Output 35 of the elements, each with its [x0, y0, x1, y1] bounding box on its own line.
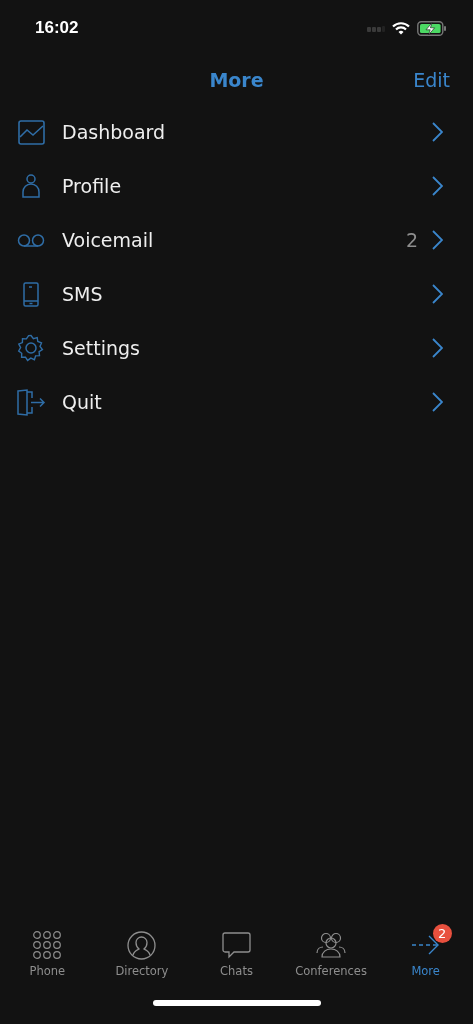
tab-item[interactable]: Chats	[189, 922, 284, 992]
notification-badge: 2	[432, 924, 452, 943]
menu-item[interactable]: Profile	[0, 159, 473, 213]
contact-icon	[127, 930, 157, 960]
arrow-icon	[411, 935, 440, 955]
chevron-icon	[432, 122, 443, 142]
tab-item[interactable]: 2 More	[378, 922, 473, 992]
chevron-icon	[432, 230, 443, 250]
nav-title: More	[209, 69, 264, 91]
exit-door-icon	[16, 388, 46, 416]
tab-item[interactable]: Directory	[94, 922, 190, 992]
person-icon	[22, 174, 40, 198]
chevron-icon	[432, 284, 443, 304]
chevron-icon	[432, 338, 443, 358]
menu-item[interactable]: Voicemail 2	[0, 213, 473, 267]
menu-item[interactable]: Settings	[0, 321, 473, 375]
wifi-icon	[392, 21, 410, 35]
settings-icon	[17, 334, 45, 362]
chevron-icon	[432, 392, 443, 412]
tab-item[interactable]: Phone	[0, 922, 95, 992]
chart-icon	[17, 119, 45, 145]
chevron-icon	[432, 176, 443, 196]
signal-icon	[367, 24, 385, 32]
item-count: 2	[405, 229, 418, 251]
chat-bubble-icon	[222, 931, 251, 959]
menu-item[interactable]: SMS	[0, 267, 473, 321]
voicemail-icon	[17, 233, 45, 247]
menu-item[interactable]: Quit	[0, 375, 473, 429]
tab-item[interactable]: Conferences	[283, 922, 379, 992]
edit-button[interactable]: Edit	[413, 69, 450, 91]
keypad-icon	[33, 931, 62, 959]
menu-item[interactable]: Dashboard	[0, 105, 473, 159]
group-icon	[316, 932, 347, 958]
phone-icon	[23, 281, 39, 307]
status-time: 16:02	[35, 18, 79, 38]
